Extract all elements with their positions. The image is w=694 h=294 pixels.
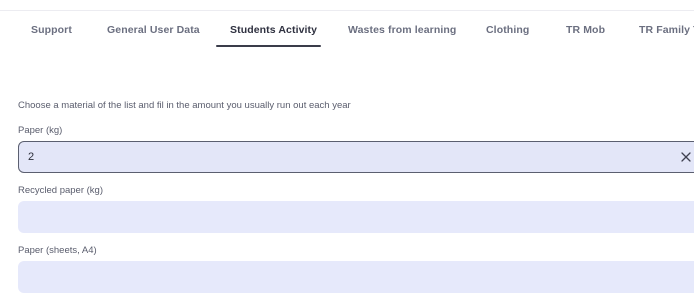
active-tab-indicator bbox=[216, 45, 321, 47]
recycled-paper-kg-label: Recycled paper (kg) bbox=[18, 185, 104, 196]
tab-general-user-data[interactable]: General User Data bbox=[107, 24, 200, 36]
form-instruction: Choose a material of the list and fil in… bbox=[18, 100, 351, 111]
tab-tr-mob[interactable]: TR Mob bbox=[566, 24, 605, 36]
tab-bar: Support General User Data Students Activ… bbox=[0, 10, 694, 51]
recycled-paper-kg-field bbox=[18, 201, 694, 233]
paper-sheets-a4-field bbox=[18, 261, 694, 293]
paper-sheets-a4-input[interactable] bbox=[18, 261, 668, 293]
close-icon[interactable] bbox=[679, 150, 693, 164]
tab-tr-family-tr[interactable]: TR Family Tr bbox=[639, 24, 694, 36]
tab-students-activity[interactable]: Students Activity bbox=[230, 24, 317, 36]
recycled-paper-kg-input[interactable] bbox=[18, 201, 668, 233]
form-card: Support General User Data Students Activ… bbox=[0, 0, 694, 294]
paper-kg-input[interactable] bbox=[19, 142, 669, 172]
tab-clothing[interactable]: Clothing bbox=[486, 24, 529, 36]
tab-support[interactable]: Support bbox=[31, 24, 72, 36]
paper-kg-label: Paper (kg) bbox=[18, 125, 63, 136]
tab-wastes-from-learning[interactable]: Wastes from learning bbox=[348, 24, 456, 36]
paper-kg-field bbox=[18, 141, 694, 173]
page: Support General User Data Students Activ… bbox=[0, 0, 694, 294]
paper-sheets-a4-label: Paper (sheets, A4) bbox=[18, 245, 97, 256]
